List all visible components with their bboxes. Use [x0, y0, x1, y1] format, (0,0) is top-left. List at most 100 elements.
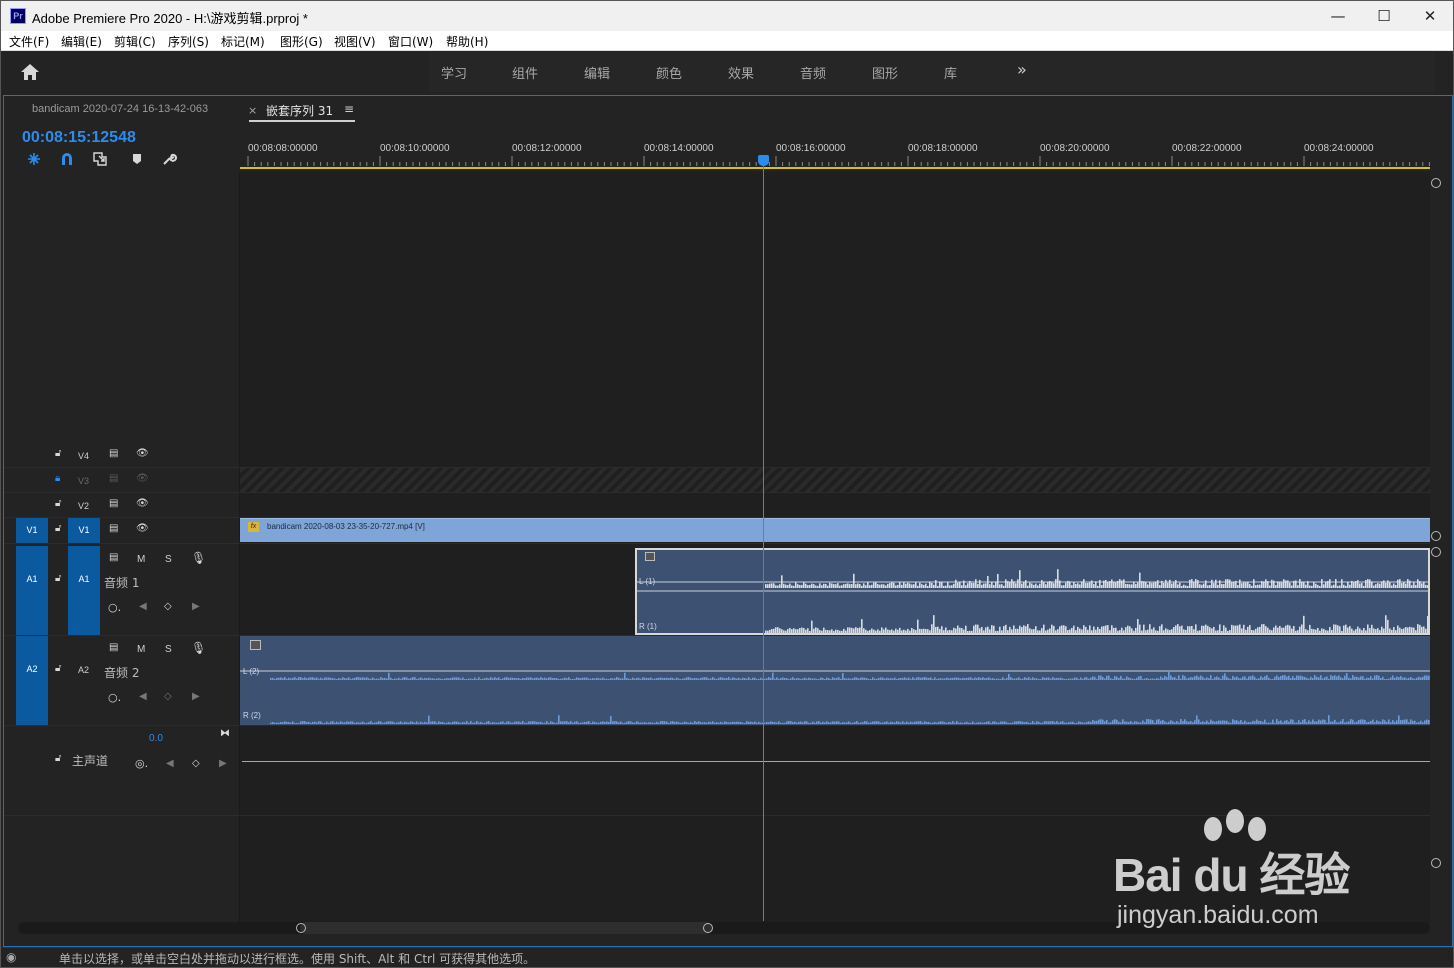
source-patch-a2[interactable]: A2 — [16, 636, 48, 725]
menu-graphics[interactable]: 图形(G) — [280, 33, 323, 50]
add-keyframe-icon[interactable]: ◇ — [192, 758, 200, 769]
voiceover-mic-icon[interactable]: 🎙︎ — [191, 551, 206, 565]
source-patch-a1[interactable]: A1 — [16, 546, 48, 635]
zoom-handle-right[interactable] — [703, 923, 713, 933]
tab-source-sequence[interactable]: bandicam 2020-07-24 16-13-42-063 — [32, 103, 208, 115]
keyframe-toggle-icon[interactable]: ○. — [108, 601, 121, 614]
source-patch-v1[interactable]: V1 — [16, 518, 48, 543]
sync-lock-film-icon[interactable]: ▤ — [109, 523, 118, 534]
vertical-scroll-handle-bottom[interactable] — [1431, 531, 1441, 541]
lock-icon[interactable]: 🔓︎ — [55, 523, 61, 534]
workspace-learning[interactable]: 学习 — [441, 63, 467, 82]
sync-lock-film-icon[interactable]: ▤ — [109, 448, 118, 459]
home-icon[interactable] — [19, 62, 41, 82]
eye-icon[interactable]: 👁︎ — [136, 498, 149, 509]
track-a1-name[interactable]: 音频 1 — [104, 574, 139, 591]
playhead-handle[interactable] — [758, 155, 769, 166]
track-a2-label[interactable]: A2 — [78, 665, 89, 675]
menu-window[interactable]: 窗口(W) — [388, 33, 433, 50]
fx-badge[interactable]: fx — [248, 522, 259, 532]
lock-icon[interactable]: 🔓︎ — [55, 753, 61, 764]
prev-keyframe-icon[interactable]: ◀ — [139, 691, 147, 702]
workspace-color[interactable]: 颜色 — [656, 63, 682, 82]
sync-lock-film-icon[interactable]: ▤ — [109, 552, 118, 563]
workspace-effects[interactable]: 效果 — [728, 63, 754, 82]
lock-icon[interactable]: 🔓︎ — [55, 573, 61, 584]
insert-nest-icon[interactable] — [26, 152, 42, 166]
audio-scroll-handle-bottom[interactable] — [1431, 858, 1441, 868]
master-volume-line[interactable] — [242, 761, 1430, 762]
minimize-button[interactable]: — — [1315, 1, 1361, 31]
workspace-assembly[interactable]: 组件 — [512, 63, 538, 82]
lock-icon[interactable]: 🔓︎ — [55, 448, 61, 459]
settings-wrench-icon[interactable] — [161, 152, 177, 166]
track-v4-label[interactable]: V4 — [78, 451, 89, 461]
audio-clip-a2[interactable]: L (2) R (2) — [240, 636, 1430, 725]
video-clip[interactable]: fx bandicam 2020-08-03 23-35-20-727.mp4 … — [240, 518, 1430, 542]
menu-sequence[interactable]: 序列(S) — [168, 33, 209, 50]
panel-menu-icon[interactable]: ≡ — [344, 102, 354, 116]
next-keyframe-icon[interactable]: ▶ — [192, 601, 200, 612]
track-v2-label[interactable]: V2 — [78, 501, 89, 511]
premiere-app-icon: Pr — [10, 8, 26, 24]
menu-file[interactable]: 文件(F) — [9, 33, 49, 50]
close-button[interactable]: ✕ — [1407, 1, 1453, 31]
master-track-name[interactable]: 主声道 — [72, 752, 108, 769]
window-title: Adobe Premiere Pro 2020 - H:\游戏剪辑.prproj… — [32, 11, 308, 26]
workspace-graphics[interactable]: 图形 — [872, 63, 898, 82]
sync-lock-film-icon[interactable]: ▤ — [109, 498, 118, 509]
solo-button[interactable]: S — [165, 644, 172, 655]
audio-clip-a1[interactable]: L (1) R (1) — [635, 548, 1430, 635]
sync-lock-film-icon[interactable]: ▤ — [109, 473, 118, 484]
add-marker-icon[interactable] — [129, 152, 145, 166]
lock-icon[interactable]: 🔒︎ — [55, 473, 60, 484]
eye-icon[interactable]: 👁︎ — [136, 523, 149, 534]
track-v3-label[interactable]: V3 — [78, 476, 89, 486]
workspace-libraries[interactable]: 库 — [944, 63, 957, 82]
eye-icon[interactable]: 👁︎ — [136, 473, 149, 484]
vertical-scroll-handle-top[interactable] — [1431, 178, 1441, 188]
mute-button[interactable]: M — [137, 554, 145, 565]
next-keyframe-icon[interactable]: ▶ — [219, 758, 227, 769]
solo-button[interactable]: S — [165, 554, 172, 565]
track-a1-label[interactable]: A1 — [68, 546, 100, 635]
prev-keyframe-icon[interactable]: ◀ — [166, 758, 174, 769]
lock-icon[interactable]: 🔓︎ — [55, 498, 61, 509]
mute-button[interactable]: M — [137, 644, 145, 655]
workspace-overflow-icon[interactable]: » — [1017, 60, 1027, 79]
time-ruler[interactable]: 00:08:08:00000 00:08:10:00000 00:08:12:0… — [240, 136, 1430, 170]
voiceover-mic-icon[interactable]: 🎙︎ — [191, 641, 206, 655]
menu-clip[interactable]: 剪辑(C) — [114, 33, 156, 50]
keyframe-toggle-icon[interactable]: ○. — [108, 691, 121, 704]
master-collapse-icon[interactable]: ⧓ — [220, 728, 230, 739]
close-tab-icon[interactable]: × — [248, 104, 257, 117]
eye-icon[interactable]: 👁︎ — [136, 448, 149, 459]
menu-edit[interactable]: 编辑(E) — [61, 33, 102, 50]
keyframe-toggle-icon[interactable]: ◎. — [135, 757, 148, 770]
horizontal-scroll-thumb[interactable] — [300, 922, 712, 934]
master-volume-value[interactable]: 0.0 — [149, 733, 163, 744]
audio-scroll-handle-top[interactable] — [1431, 547, 1441, 557]
next-keyframe-icon[interactable]: ▶ — [192, 691, 200, 702]
ruler-label: 00:08:08:00000 — [248, 143, 318, 154]
playhead-timecode[interactable]: 00:08:15:12548 — [22, 129, 136, 147]
menu-view[interactable]: 视图(V) — [334, 33, 376, 50]
snap-magnet-icon[interactable] — [59, 152, 75, 166]
add-keyframe-icon[interactable]: ◇ — [164, 601, 172, 612]
tab-nested-sequence[interactable]: 嵌套序列 31 — [266, 102, 333, 119]
lock-icon[interactable]: 🔓︎ — [55, 663, 61, 674]
sync-lock-film-icon[interactable]: ▤ — [109, 642, 118, 653]
menu-help[interactable]: 帮助(H) — [446, 33, 488, 50]
workspace-editing[interactable]: 编辑 — [584, 63, 610, 82]
work-area-bar[interactable] — [240, 167, 1430, 169]
track-a2-name[interactable]: 音频 2 — [104, 664, 139, 681]
linked-selection-icon[interactable] — [93, 152, 109, 166]
maximize-button[interactable]: ☐ — [1361, 1, 1407, 31]
track-v1-label[interactable]: V1 — [68, 518, 100, 543]
add-keyframe-icon[interactable]: ◇ — [164, 691, 172, 702]
zoom-handle-left[interactable] — [296, 923, 306, 933]
workspace-audio[interactable]: 音频 — [800, 63, 826, 82]
prev-keyframe-icon[interactable]: ◀ — [139, 601, 147, 612]
playhead-line[interactable] — [763, 156, 764, 921]
menu-markers[interactable]: 标记(M) — [221, 33, 265, 50]
